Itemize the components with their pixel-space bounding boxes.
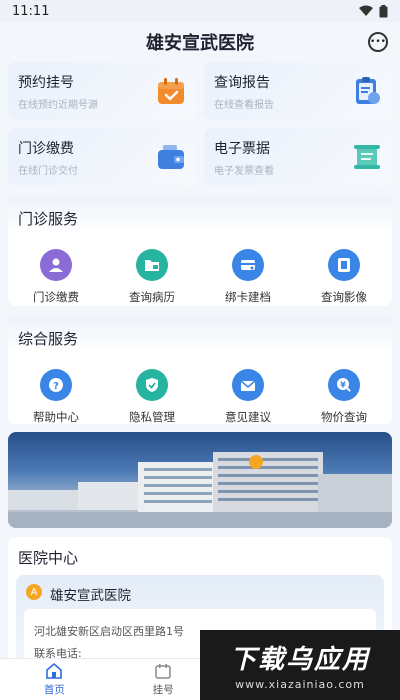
hospital-name: 雄安宣武医院 (50, 588, 131, 604)
general-services: 综合服务 ? 帮助中心 隐私管理 意见建议 ¥ 物价查询 (8, 316, 392, 424)
outpatient-services: 门诊服务 门诊缴费 查询病历 绑卡建档 查询影像 (8, 196, 392, 306)
svg-text:?: ? (53, 381, 59, 392)
status-bar: 11:11 (0, 0, 400, 22)
tab-label: 挂号 (152, 684, 174, 696)
user-pay-icon (40, 249, 72, 281)
scroll-icon (354, 145, 380, 169)
section-title: 门诊服务 (18, 210, 79, 228)
home-icon (46, 662, 63, 679)
service-feedback[interactable]: 意见建议 (208, 369, 288, 425)
quick-card-title: 门诊缴费 (18, 140, 74, 157)
app-header: 雄安宣武医院 ••• (0, 22, 400, 62)
mail-icon (232, 369, 264, 401)
quick-card-invoice[interactable]: 电子票据 电子发票查看 (204, 128, 392, 186)
quick-card-subtitle: 在线门诊交付 (18, 165, 78, 177)
hospital-banner[interactable] (8, 432, 392, 528)
section-title: 综合服务 (18, 330, 79, 348)
service-row: 门诊缴费 查询病历 绑卡建档 查询影像 (8, 229, 392, 305)
quick-actions: 预约挂号 在线预约近期号源 查询报告 在线查看报告 门诊缴费 在线门诊交付 电子… (8, 62, 392, 186)
report-icon (356, 77, 380, 104)
calendar-icon (158, 78, 184, 104)
tab-registration[interactable]: 挂号 (153, 662, 174, 697)
service-bind-card[interactable]: 绑卡建档 (208, 249, 288, 305)
service-label: 物价查询 (321, 410, 367, 424)
service-price-query[interactable]: ¥ 物价查询 (304, 369, 384, 425)
service-label: 查询影像 (321, 290, 367, 304)
quick-card-subtitle: 在线查看报告 (214, 99, 274, 111)
service-label: 绑卡建档 (225, 290, 271, 304)
film-icon (328, 249, 360, 281)
service-label: 帮助中心 (33, 410, 79, 424)
status-icons (359, 4, 388, 18)
download-site-watermark: 下载乌应用 www.xiazainiao.com (200, 630, 400, 700)
tab-label: 首页 (43, 684, 65, 696)
chat-icon[interactable]: ••• (368, 32, 388, 52)
wifi-icon (359, 5, 373, 16)
quick-card-subtitle: 在线预约近期号源 (18, 99, 98, 111)
service-label: 查询病历 (129, 290, 175, 304)
quick-card-appointment[interactable]: 预约挂号 在线预约近期号源 (8, 62, 196, 120)
quick-card-title: 预约挂号 (18, 74, 74, 91)
quick-card-report[interactable]: 查询报告 在线查看报告 (204, 62, 392, 120)
page-title: 雄安宣武医院 (146, 33, 254, 54)
quick-card-title: 查询报告 (214, 74, 270, 91)
service-outpatient-payment[interactable]: 门诊缴费 (16, 249, 96, 305)
service-imaging[interactable]: 查询影像 (304, 249, 384, 305)
service-label: 门诊缴费 (33, 290, 79, 304)
service-label: 隐私管理 (129, 410, 175, 424)
tab-home[interactable]: 首页 (44, 662, 65, 697)
price-icon: ¥ (328, 369, 360, 401)
shield-icon (136, 369, 168, 401)
service-privacy[interactable]: 隐私管理 (112, 369, 192, 425)
hospital-logo-icon: A (26, 584, 42, 600)
section-title: 医院中心 (18, 549, 79, 567)
service-label: 意见建议 (225, 410, 271, 424)
wallet-icon (158, 145, 184, 169)
calendar-tab-icon (155, 664, 171, 679)
watermark-url: www.xiazainiao.com (235, 678, 365, 691)
svg-text:¥: ¥ (340, 381, 346, 390)
status-time: 11:11 (12, 3, 50, 19)
quick-card-payment[interactable]: 门诊缴费 在线门诊交付 (8, 128, 196, 186)
quick-card-title: 电子票据 (214, 140, 270, 157)
help-icon: ? (40, 369, 72, 401)
watermark-title: 下载乌应用 (229, 645, 370, 675)
battery-icon (379, 4, 388, 17)
service-help-center[interactable]: ? 帮助中心 (16, 369, 96, 425)
card-icon (232, 249, 264, 281)
quick-card-subtitle: 电子发票查看 (214, 165, 274, 177)
service-medical-record[interactable]: 查询病历 (112, 249, 192, 305)
hospital-building-image (8, 452, 392, 528)
service-row: ? 帮助中心 隐私管理 意见建议 ¥ 物价查询 (8, 349, 392, 425)
hospital-address: 河北雄安新区启动区西里路1号 (34, 625, 184, 638)
folder-icon (136, 249, 168, 281)
